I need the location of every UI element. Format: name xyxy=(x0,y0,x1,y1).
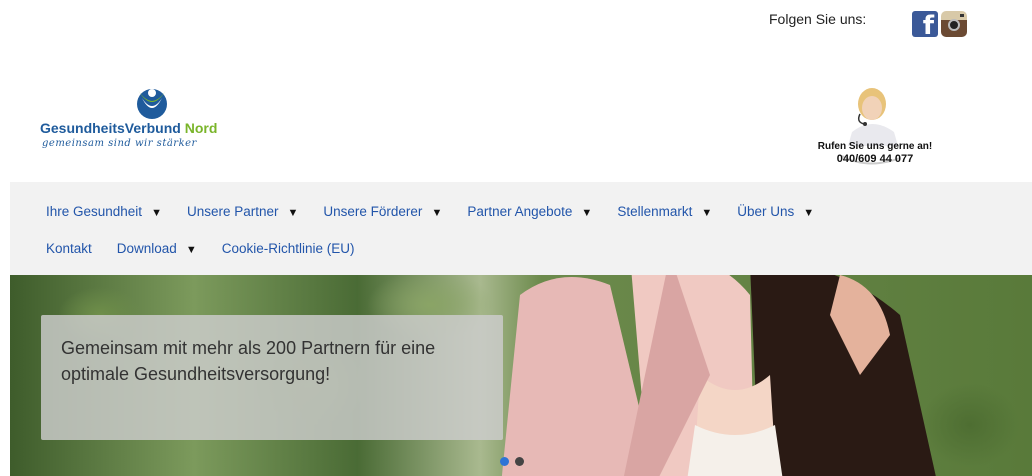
chevron-down-icon: ▼ xyxy=(431,207,443,219)
nav-unsere-partner[interactable]: Unsere Partner ▼ xyxy=(187,204,298,219)
call-text-block: Rufen Sie uns gerne an! 040/609 44 077 xyxy=(800,140,950,166)
nav-unsere-foerderer[interactable]: Unsere Förderer ▼ xyxy=(323,204,442,219)
hero-caption: Gemeinsam mit mehr als 200 Partnern für … xyxy=(61,338,436,384)
nav-label: Ihre Gesundheit xyxy=(46,204,143,219)
logo-name-nord: Nord xyxy=(184,120,218,136)
nav-partner-angebote[interactable]: Partner Angebote ▼ xyxy=(467,204,592,219)
hero-caption-box: Gemeinsam mit mehr als 200 Partnern für … xyxy=(41,315,503,440)
nav-label: Über Uns xyxy=(737,204,795,219)
nav-stellenmarkt[interactable]: Stellenmarkt ▼ xyxy=(617,204,712,219)
nav-row-1: Ihre Gesundheit ▼ Unsere Partner ▼ Unsere … xyxy=(46,204,814,219)
nav-label: Cookie-Richtlinie (EU) xyxy=(221,241,355,256)
hero-slider[interactable]: Gemeinsam mit mehr als 200 Partnern für … xyxy=(10,275,1032,476)
chevron-down-icon: ▼ xyxy=(151,207,162,219)
logo-tagline: gemeinsam sind wir stärker xyxy=(42,138,197,149)
nav-label: Download xyxy=(116,241,177,256)
call-agent-image xyxy=(841,88,901,165)
logo-name: GesundheitsVerbund Nord xyxy=(40,120,217,136)
nav-label: Stellenmarkt xyxy=(617,204,693,219)
main-navigation: Ihre Gesundheit ▼ Unsere Partner ▼ Unsere … xyxy=(10,182,1032,275)
nav-cookie-richtlinie[interactable]: Cookie-Richtlinie (EU) xyxy=(222,241,355,256)
slide-dot-2[interactable] xyxy=(515,457,524,466)
nav-download[interactable]: Download ▼ xyxy=(117,241,197,256)
nav-label: Unsere Förderer xyxy=(323,204,423,219)
call-us-banner[interactable]: Rufen Sie uns gerne an! 040/609 44 077 xyxy=(800,86,950,182)
nav-label: Kontakt xyxy=(46,241,92,256)
nav-label: Partner Angebote xyxy=(467,204,573,219)
nav-kontakt[interactable]: Kontakt xyxy=(46,241,92,256)
facebook-icon[interactable]: f xyxy=(912,11,938,37)
nav-label: Unsere Partner xyxy=(186,204,279,219)
follow-us-label: Folgen Sie uns: xyxy=(769,11,867,27)
logo-figure-icon xyxy=(137,89,167,119)
phone-number[interactable]: 040/609 44 077 xyxy=(800,153,950,166)
chevron-down-icon: ▼ xyxy=(185,244,197,256)
social-links: f xyxy=(912,11,967,37)
chevron-down-icon: ▼ xyxy=(701,207,713,219)
chevron-down-icon: ▼ xyxy=(803,207,815,219)
chevron-down-icon: ▼ xyxy=(287,207,299,219)
nav-ueber-uns[interactable]: Über Uns ▼ xyxy=(737,204,814,219)
slide-dot-1[interactable] xyxy=(500,457,509,466)
call-invitation: Rufen Sie uns gerne an! xyxy=(817,141,933,152)
logo-name-main: GesundheitsVerbund xyxy=(40,120,181,136)
nav-ihre-gesundheit[interactable]: Ihre Gesundheit ▼ xyxy=(46,204,162,219)
nav-row-2: Kontakt Download ▼ Cookie-Richtlinie (EU) xyxy=(46,241,355,256)
site-logo[interactable]: GesundheitsVerbund Nord gemeinsam sind w… xyxy=(40,84,280,156)
top-bar: Folgen Sie uns: f xyxy=(0,0,1032,60)
slider-dots xyxy=(500,457,524,466)
hero-woman-image xyxy=(501,275,936,476)
instagram-icon[interactable] xyxy=(941,11,967,37)
chevron-down-icon: ▼ xyxy=(581,207,593,219)
